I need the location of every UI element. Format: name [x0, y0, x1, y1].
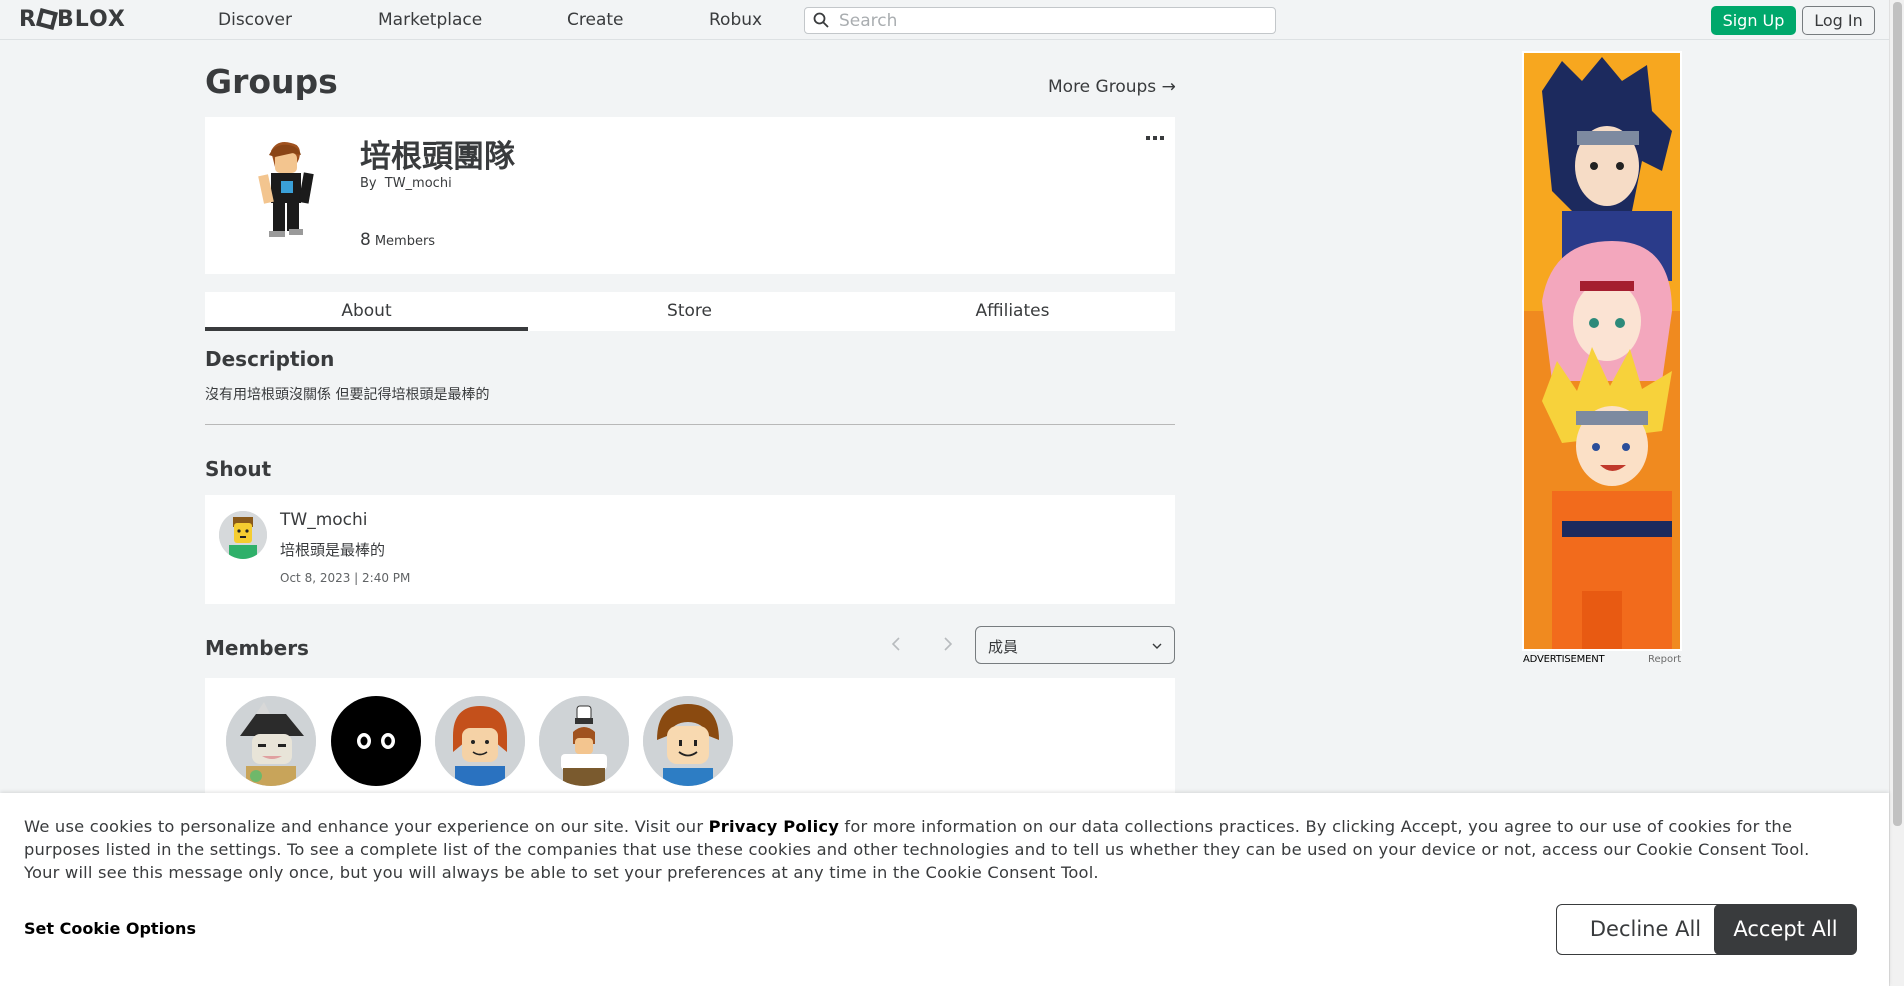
group-header-card: 培根頭團隊 By TW_mochi 8 Members — [205, 117, 1175, 274]
description-heading: Description — [205, 347, 335, 371]
member-avatar[interactable] — [643, 696, 733, 786]
group-emblem — [219, 129, 349, 259]
search-box[interactable] — [804, 7, 1276, 34]
privacy-policy-link[interactable]: Privacy Policy — [709, 817, 839, 836]
set-cookie-options-link[interactable]: Set Cookie Options — [24, 919, 196, 938]
group-owner-link[interactable]: TW_mochi — [385, 176, 452, 191]
cookie-message: We use cookies to personalize and enhanc… — [24, 815, 1844, 884]
nav-marketplace[interactable]: Marketplace — [378, 10, 482, 30]
members-heading: Members — [205, 636, 309, 660]
member-count-label: Members — [374, 234, 436, 249]
role-select-value: 成員 — [988, 638, 1019, 656]
shout-avatar[interactable] — [219, 511, 267, 559]
advertisement-label: ADVERTISEMENT — [1523, 654, 1605, 665]
tab-store[interactable]: Store — [528, 292, 851, 331]
description-divider — [205, 424, 1175, 425]
nav-discover[interactable]: Discover — [218, 10, 292, 30]
search-input[interactable] — [839, 10, 1259, 31]
chevron-down-icon — [1152, 643, 1162, 649]
cookie-text-before: We use cookies to personalize and enhanc… — [24, 817, 709, 836]
members-list — [205, 678, 1175, 798]
shout-card: TW_mochi 培根頭是最棒的 Oct 8, 2023 | 2:40 PM — [205, 495, 1175, 604]
page-scrollbar[interactable] — [1889, 0, 1904, 986]
scrollbar-thumb[interactable] — [1893, 2, 1902, 826]
sign-up-button[interactable]: Sign Up — [1711, 6, 1796, 35]
advertisement-banner[interactable] — [1522, 51, 1682, 651]
description-text: 沒有用培根頭沒關係 但要記得培根頭是最棒的 — [205, 387, 490, 403]
shout-username[interactable]: TW_mochi — [280, 510, 368, 530]
chevron-right-icon[interactable] — [936, 632, 960, 656]
shout-body: 培根頭是最棒的 — [280, 541, 386, 559]
log-in-button[interactable]: Log In — [1802, 6, 1875, 35]
role-select[interactable]: 成員 — [975, 626, 1175, 664]
by-label: By — [360, 176, 377, 191]
chevron-left-icon[interactable] — [884, 632, 908, 656]
member-count: 8 Members — [360, 230, 435, 250]
member-avatar[interactable] — [435, 696, 525, 786]
more-options-icon[interactable] — [1145, 133, 1165, 143]
ad-report-link[interactable]: Report — [1648, 654, 1681, 665]
roblox-logo[interactable]: R BLOX — [19, 7, 126, 32]
group-tabs: About Store Affiliates — [205, 292, 1175, 331]
member-count-value: 8 — [360, 230, 371, 250]
more-groups-link[interactable]: More Groups → — [1048, 77, 1176, 97]
page-title: Groups — [205, 62, 338, 101]
nav-create[interactable]: Create — [567, 10, 624, 30]
shout-date: Oct 8, 2023 | 2:40 PM — [280, 571, 411, 585]
group-owner-line: By TW_mochi — [360, 176, 452, 191]
search-icon — [813, 12, 829, 28]
shout-heading: Shout — [205, 457, 272, 481]
cookie-consent-banner: We use cookies to personalize and enhanc… — [0, 793, 1889, 986]
decline-all-button[interactable]: Decline All — [1556, 904, 1735, 955]
member-avatar[interactable] — [331, 696, 421, 786]
nav-robux[interactable]: Robux — [709, 10, 762, 30]
group-emblem-image — [219, 129, 349, 259]
member-avatar[interactable] — [226, 696, 316, 786]
tab-about[interactable]: About — [205, 292, 528, 331]
group-name: 培根頭團隊 — [360, 139, 515, 175]
accept-all-button[interactable]: Accept All — [1714, 904, 1857, 955]
member-avatar[interactable] — [539, 696, 629, 786]
top-navigation-bar: R BLOX Discover Marketplace Create Robux … — [0, 0, 1889, 40]
tab-affiliates[interactable]: Affiliates — [851, 292, 1174, 331]
